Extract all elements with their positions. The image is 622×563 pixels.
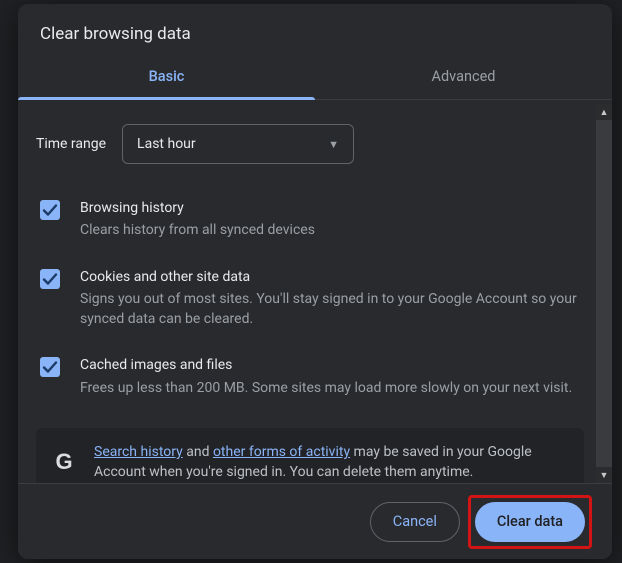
search-history-link[interactable]: Search history — [94, 444, 183, 460]
option-title: Cookies and other site data — [80, 267, 580, 287]
scroll-down-icon[interactable]: ▼ — [596, 467, 612, 483]
option-title: Browsing history — [80, 198, 580, 218]
notice-text: Search history and other forms of activi… — [94, 442, 568, 483]
clear-data-button[interactable]: Clear data — [475, 502, 585, 542]
time-range-select[interactable]: Last hour ▼ — [122, 124, 354, 164]
option-cookies: Cookies and other site data Signs you ou… — [36, 261, 584, 350]
checkbox-cache[interactable] — [40, 357, 60, 377]
chevron-down-icon: ▼ — [328, 138, 339, 151]
option-cache: Cached images and files Frees up less th… — [36, 349, 584, 418]
option-browsing-history: Browsing history Clears history from all… — [36, 192, 584, 261]
dialog-footer: Cancel Clear data — [18, 483, 612, 559]
checkbox-browsing-history[interactable] — [40, 200, 60, 220]
time-range-row: Time range Last hour ▼ — [36, 124, 584, 164]
option-desc: Signs you out of most sites. You'll stay… — [80, 289, 580, 330]
google-account-notice: G Search history and other forms of acti… — [36, 428, 584, 483]
tab-basic[interactable]: Basic — [18, 54, 315, 99]
scrollbar[interactable]: ▲ ▼ — [596, 104, 612, 483]
option-desc: Clears history from all synced devices — [80, 220, 580, 240]
time-range-value: Last hour — [137, 136, 196, 152]
scroll-up-icon[interactable]: ▲ — [596, 104, 612, 120]
cancel-button[interactable]: Cancel — [370, 502, 460, 542]
option-title: Cached images and files — [80, 355, 580, 375]
checkbox-cookies[interactable] — [40, 269, 60, 289]
tab-bar: Basic Advanced — [18, 54, 612, 100]
tab-advanced[interactable]: Advanced — [315, 54, 612, 99]
other-activity-link[interactable]: other forms of activity — [213, 444, 350, 460]
clear-browsing-data-dialog: Clear browsing data Basic Advanced Time … — [18, 4, 612, 559]
clear-data-highlight: Clear data — [468, 495, 592, 549]
option-desc: Frees up less than 200 MB. Some sites ma… — [80, 378, 580, 398]
time-range-label: Time range — [36, 136, 106, 152]
dialog-title: Clear browsing data — [18, 4, 612, 54]
google-icon: G — [52, 446, 76, 478]
dialog-content: Time range Last hour ▼ Browsing history … — [18, 104, 596, 483]
